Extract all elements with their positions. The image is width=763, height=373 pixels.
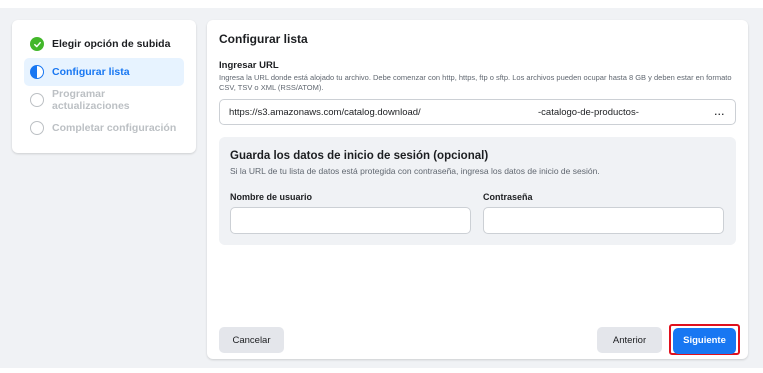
username-field[interactable] <box>230 207 471 234</box>
empty-circle-icon <box>30 121 44 135</box>
page-title: Configurar lista <box>219 32 308 46</box>
bottom-bar <box>0 368 763 373</box>
credentials-help-text: Si la URL de tu lista de datos está prot… <box>230 166 600 176</box>
url-input[interactable]: https://s3.amazonaws.com/catalog.downloa… <box>219 99 736 125</box>
step-label: Elegir opción de subida <box>52 38 171 50</box>
url-ellipsis: ... <box>714 107 725 117</box>
top-bar <box>0 0 763 8</box>
username-label: Nombre de usuario <box>230 192 313 202</box>
step-programar-actualizaciones[interactable]: Programar actualizaciones <box>24 86 184 114</box>
step-elegir-opcion[interactable]: Elegir opción de subida <box>24 30 184 58</box>
cancel-button[interactable]: Cancelar <box>219 327 284 353</box>
check-circle-icon <box>30 37 44 51</box>
url-help-text: Ingresa la URL donde está alojado tu arc… <box>219 73 732 92</box>
main-panel: Configurar lista Ingresar URL Ingresa la… <box>207 20 748 359</box>
step-configurar-lista[interactable]: Configurar lista <box>24 58 184 86</box>
half-circle-icon <box>30 65 44 79</box>
step-label: Programar actualizaciones <box>52 88 130 112</box>
url-value-part2: -catalogo-de-productos- <box>538 106 639 118</box>
empty-circle-icon <box>30 93 44 107</box>
steps-sidebar: Elegir opción de subida Configurar lista… <box>12 20 196 153</box>
next-button[interactable]: Siguiente <box>673 327 736 354</box>
step-completar-configuracion[interactable]: Completar configuración <box>24 114 184 142</box>
step-label: Configurar lista <box>52 66 130 78</box>
previous-button[interactable]: Anterior <box>597 327 662 353</box>
url-label: Ingresar URL <box>219 60 279 71</box>
step-label: Completar configuración <box>52 122 177 134</box>
url-value-part1: https://s3.amazonaws.com/catalog.downloa… <box>229 106 421 118</box>
password-label: Contraseña <box>483 192 533 202</box>
next-button-highlight: Siguiente <box>669 324 740 355</box>
password-field[interactable] <box>483 207 724 234</box>
credentials-title: Guarda los datos de inicio de sesión (op… <box>230 150 489 162</box>
credentials-section: Guarda los datos de inicio de sesión (op… <box>219 137 736 245</box>
